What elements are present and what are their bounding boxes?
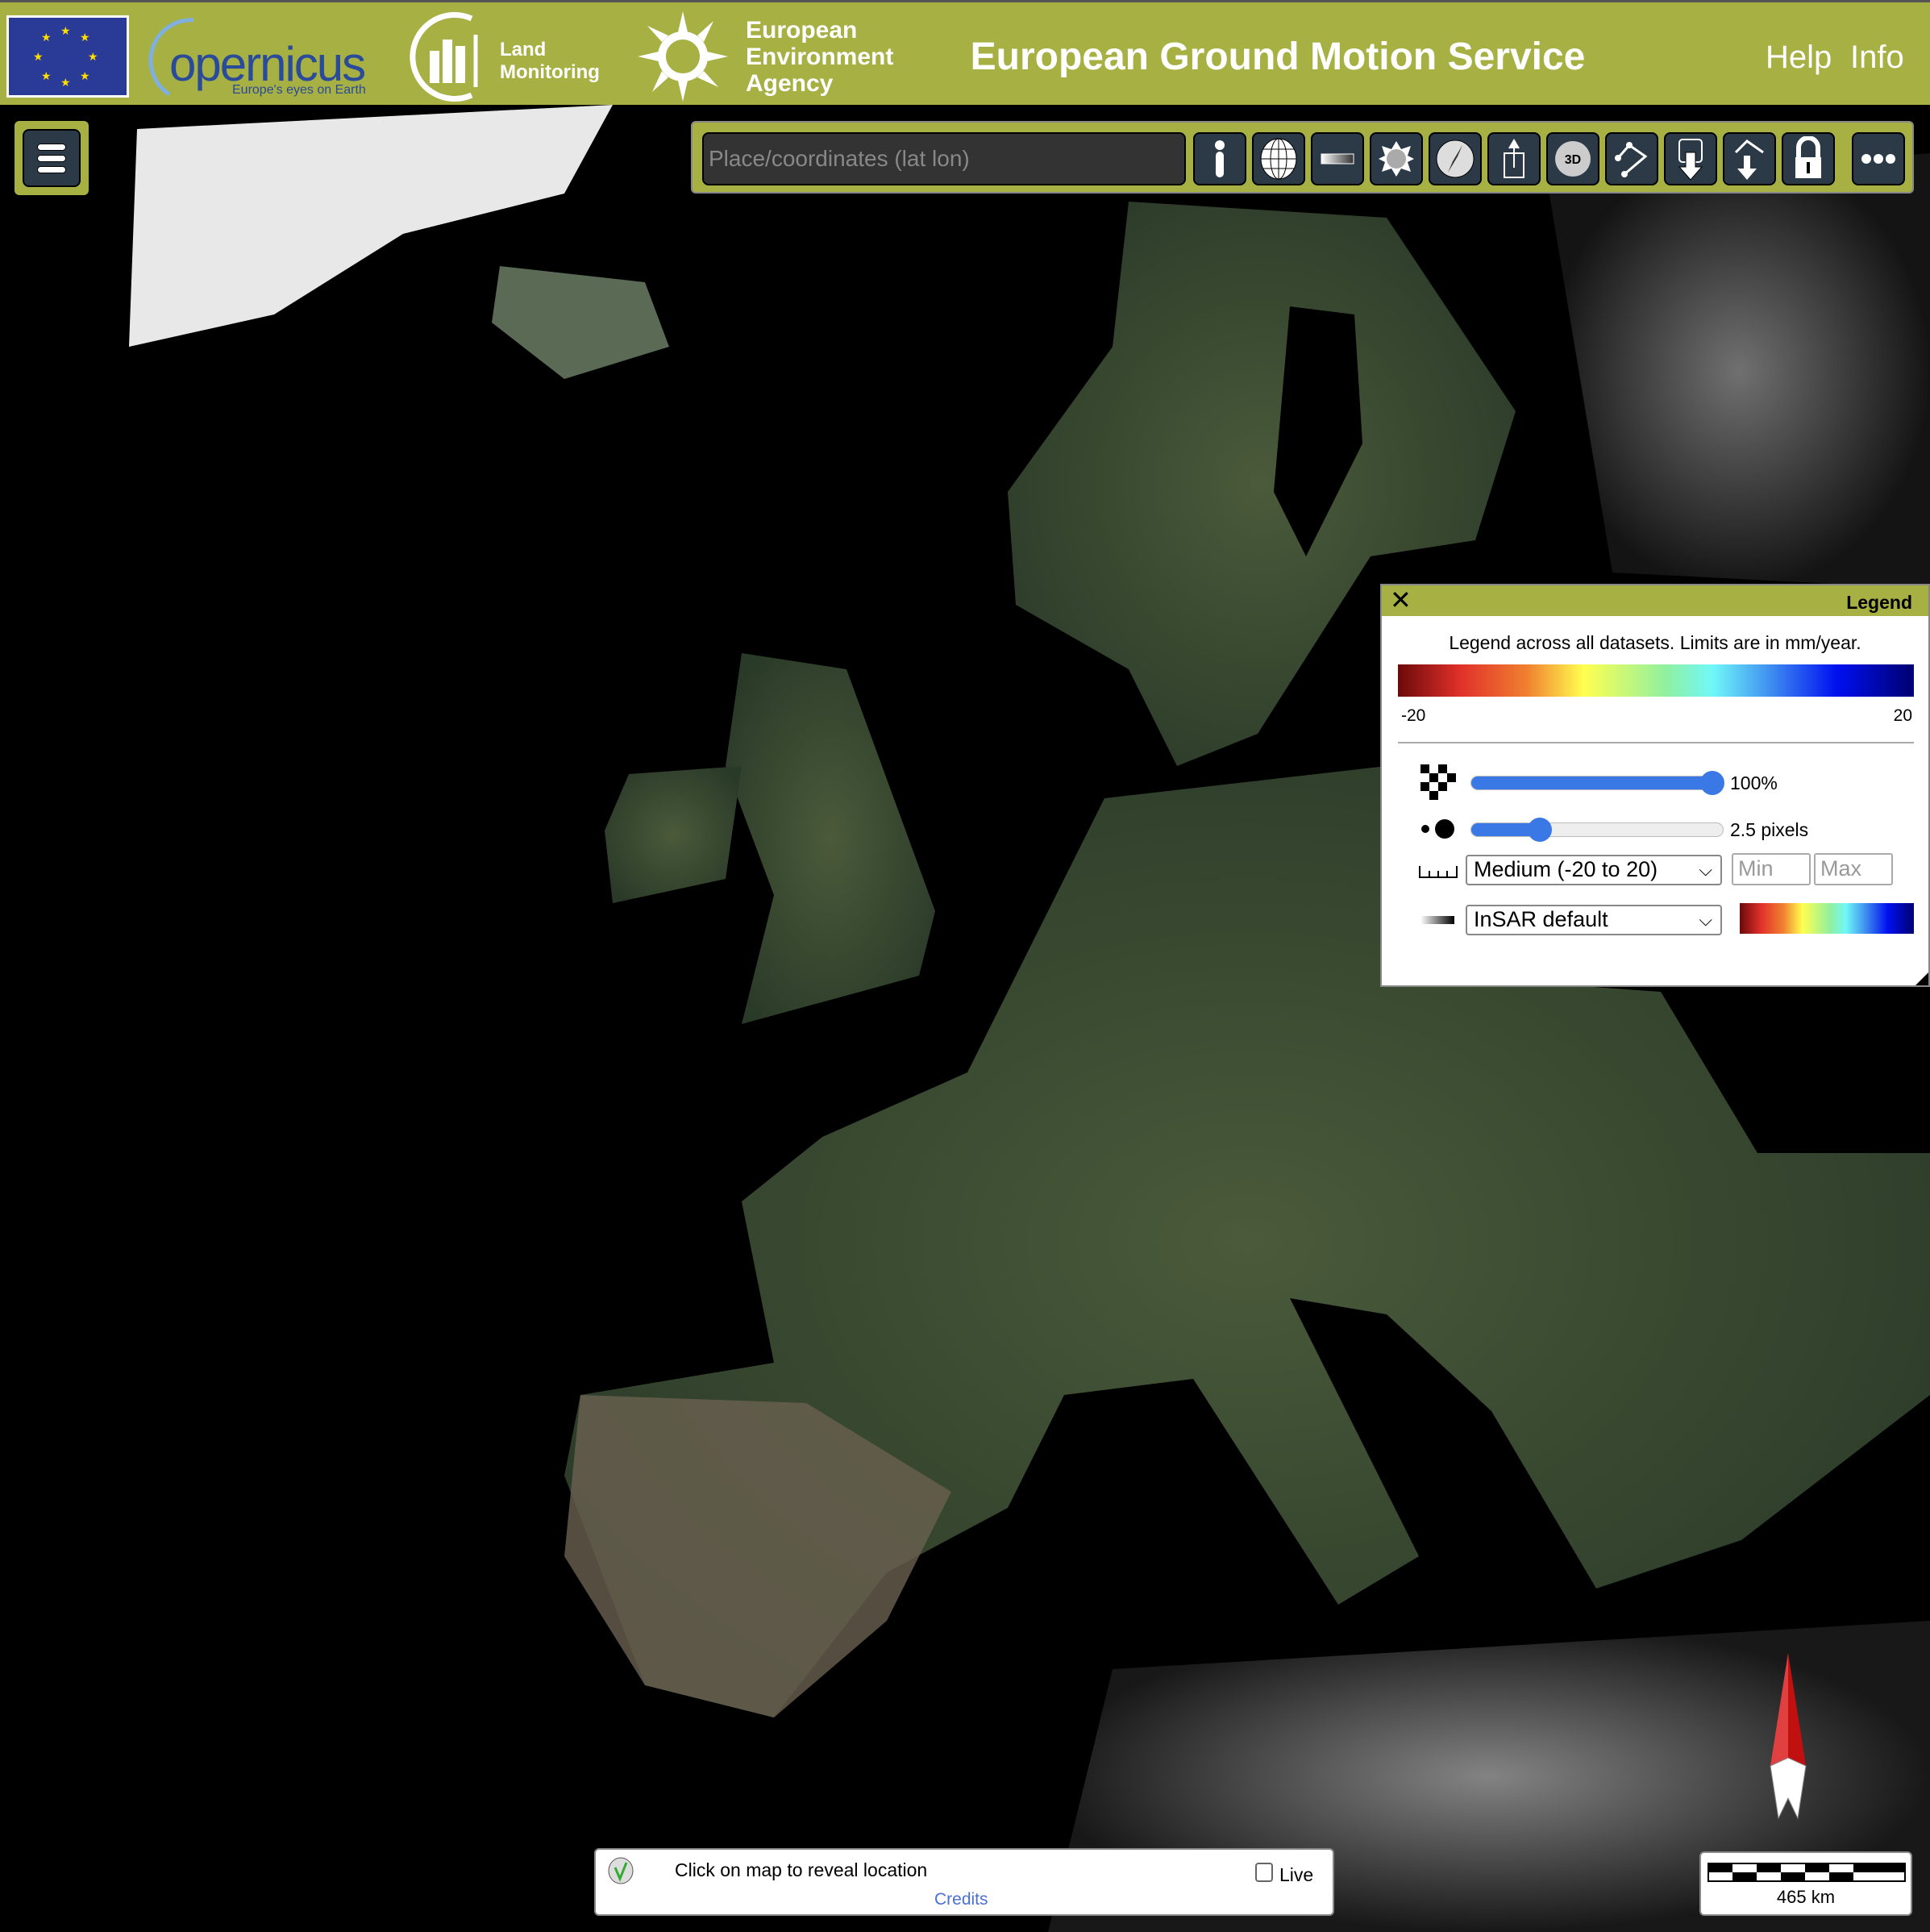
globe-icon	[1260, 138, 1297, 180]
info-icon	[1215, 140, 1225, 177]
header-bar: ★ ★ ★ ★ ★ ★ ★ ★ opernicus Europe's eyes on Ea…	[0, 0, 1930, 105]
land-monitoring-text: Land Monitoring	[500, 39, 600, 83]
upload-button[interactable]	[1487, 132, 1541, 185]
location-text: Click on map to reveal location	[675, 1859, 928, 1880]
scale-ruler	[1707, 1863, 1906, 1882]
svg-text:3D: 3D	[1565, 153, 1581, 167]
more-button[interactable]	[1852, 132, 1905, 185]
help-link[interactable]: Help	[1766, 40, 1832, 76]
status-bar: Click on map to reveal location Live Cre…	[594, 1848, 1334, 1916]
land-monitoring-logo	[407, 10, 496, 107]
map-canvas[interactable]	[0, 105, 1930, 1932]
lock-button[interactable]	[1782, 132, 1835, 185]
toolbar: Place/coordinates (lat lon) 3D	[691, 121, 1914, 194]
cloud-right	[1548, 153, 1930, 589]
min-input[interactable]: Min	[1732, 853, 1811, 885]
3d-button[interactable]: 3D	[1546, 132, 1599, 185]
legend-header: ✕ Legend	[1382, 585, 1928, 616]
point-size-value: 2.5 pixels	[1730, 819, 1809, 840]
download-button[interactable]	[1664, 132, 1717, 185]
lock-icon	[1795, 136, 1821, 178]
max-input[interactable]: Max	[1814, 853, 1893, 885]
north-arrow-icon[interactable]	[1766, 1653, 1811, 1822]
resize-handle[interactable]	[1915, 972, 1928, 985]
point-size-icon	[1421, 819, 1454, 839]
more-icon	[1861, 154, 1895, 164]
color-ramp	[1398, 664, 1914, 697]
legend-panel: ✕ Legend Legend across all datasets. Lim…	[1380, 584, 1930, 987]
colormap-icon	[1420, 916, 1454, 924]
eea-text: European Environment Agency	[746, 17, 894, 97]
page-title: European Ground Motion Service	[970, 35, 1586, 78]
legend-min-label: -20	[1401, 706, 1426, 725]
path-download-icon	[1734, 139, 1764, 180]
gradient-button[interactable]	[1311, 132, 1364, 185]
gradient-bar-icon	[1321, 153, 1354, 164]
check-icon	[608, 1857, 634, 1884]
colormap-select[interactable]: InSAR default ⌵	[1466, 905, 1722, 935]
globe-button[interactable]	[1252, 132, 1305, 185]
legend-title: Legend	[1846, 592, 1912, 613]
search-input[interactable]: Place/coordinates (lat lon)	[702, 132, 1186, 185]
copernicus-logo: opernicus Europe's eyes on Earth	[137, 17, 371, 98]
chevron-down-icon: ⌵	[1699, 860, 1712, 880]
legend-max-label: 20	[1893, 706, 1912, 725]
eea-sun-logo	[637, 10, 730, 107]
database-download-icon	[1678, 139, 1703, 181]
lighting-button[interactable]	[1370, 132, 1423, 185]
credits-link[interactable]: Credits	[934, 1890, 988, 1909]
scale-label: 465 km	[1776, 1887, 1836, 1907]
compass-icon	[1436, 139, 1475, 178]
measure-path-icon	[1615, 142, 1648, 177]
eu-flag-logo: ★ ★ ★ ★ ★ ★ ★ ★	[6, 15, 129, 98]
live-checkbox[interactable]	[1255, 1863, 1273, 1882]
upload-icon	[1504, 139, 1524, 178]
divider	[1398, 742, 1914, 743]
measure-button[interactable]	[1605, 132, 1658, 185]
sun-icon	[1379, 141, 1414, 177]
close-icon[interactable]: ✕	[1390, 587, 1412, 613]
info-link[interactable]: Info	[1850, 40, 1904, 76]
compass-button[interactable]	[1429, 132, 1482, 185]
opacity-slider[interactable]	[1470, 771, 1724, 795]
menu-container	[15, 121, 89, 195]
ruler-icon	[1419, 866, 1458, 878]
opacity-value: 100%	[1730, 772, 1778, 793]
info-button[interactable]	[1193, 132, 1246, 185]
3d-icon: 3D	[1555, 141, 1591, 177]
opacity-checker-icon	[1420, 764, 1456, 800]
scale-bar: 465 km	[1699, 1851, 1912, 1916]
menu-button[interactable]	[23, 129, 81, 187]
live-label: Live	[1279, 1864, 1314, 1885]
chevron-down-icon: ⌵	[1699, 910, 1712, 930]
path-download-button[interactable]	[1723, 132, 1776, 185]
colormap-preview	[1740, 903, 1914, 934]
point-size-slider[interactable]	[1470, 818, 1724, 842]
legend-note: Legend across all datasets. Limits are i…	[1449, 632, 1861, 653]
hamburger-icon	[37, 143, 66, 151]
range-select[interactable]: Medium (-20 to 20) ⌵	[1466, 855, 1722, 885]
